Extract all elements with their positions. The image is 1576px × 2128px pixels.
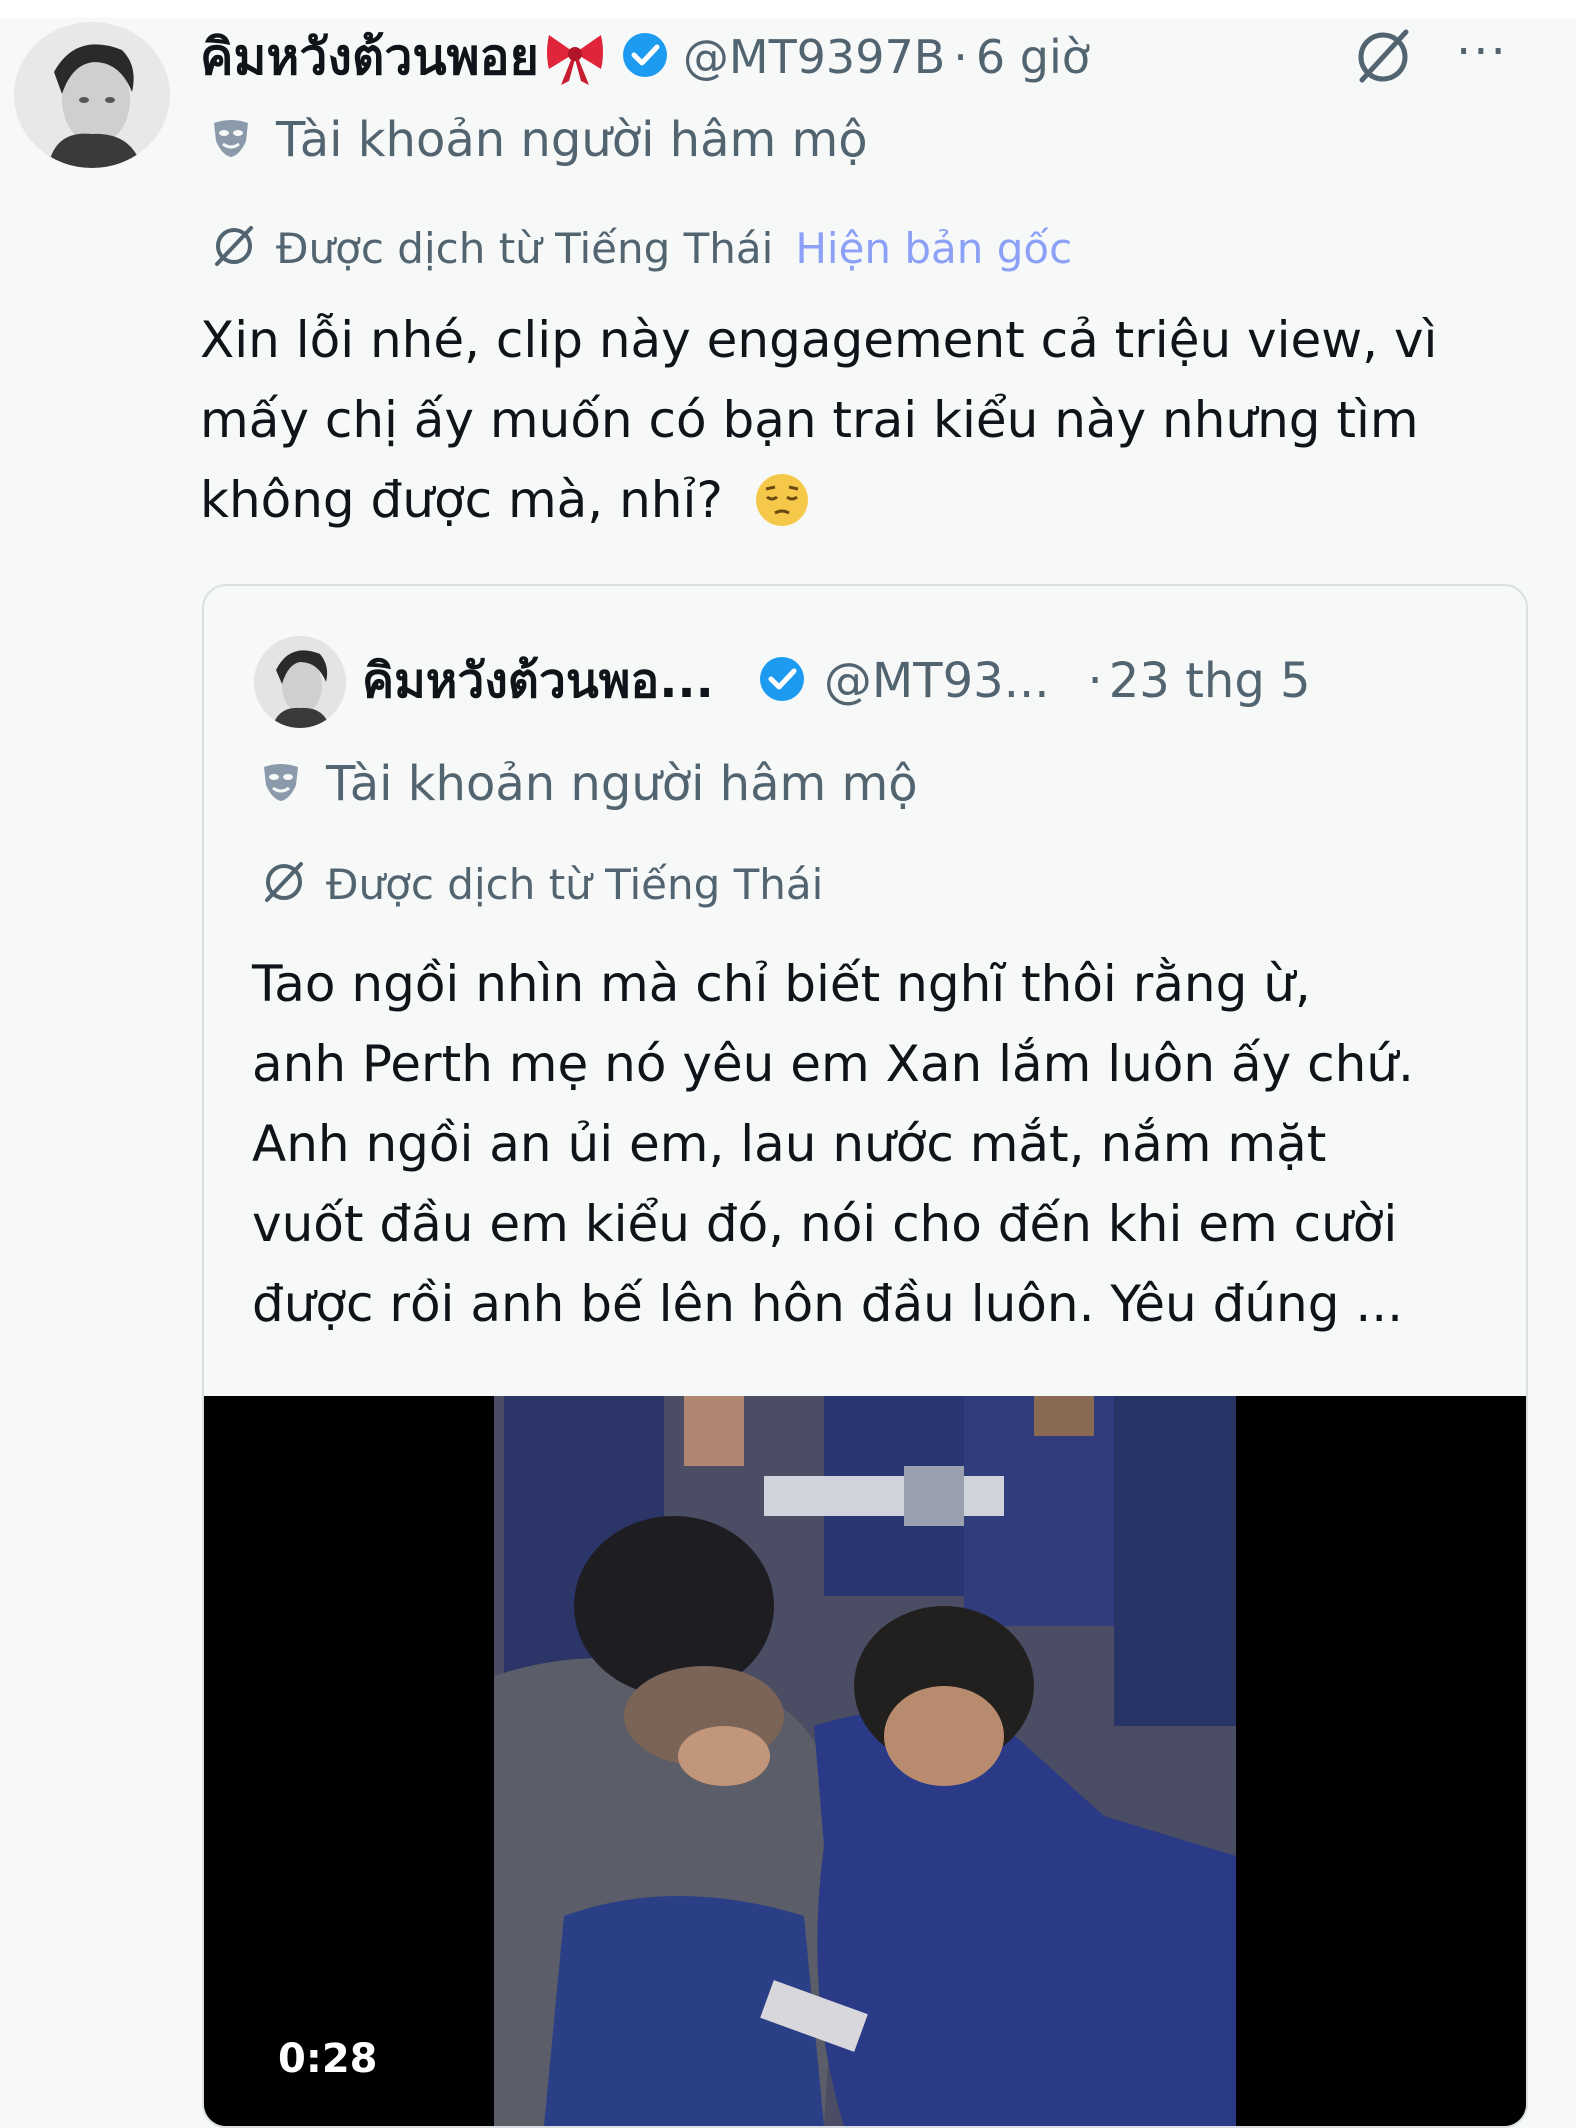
quoted-text-line: Tao ngồi nhìn mà chỉ biết nghĩ thôi rằng… — [252, 955, 1311, 1013]
quoted-text-line: anh Perth mẹ nó yêu em Xan lắm luôn ấy c… — [252, 1035, 1414, 1093]
quoted-translated-from-label: Được dịch từ Tiếng Thái — [326, 859, 824, 909]
translate-icon — [210, 222, 258, 274]
video-thumbnail — [204, 1396, 1526, 2126]
fan-mask-icon — [210, 117, 252, 163]
video-duration-badge: 0:28 — [278, 2036, 378, 2082]
translate-icon[interactable] — [1352, 26, 1414, 92]
separator-dot: · — [953, 30, 968, 84]
more-options-icon[interactable]: ··· — [1456, 24, 1508, 80]
quoted-fan-account-row: Tài khoản người hâm mộ — [260, 756, 918, 812]
top-strip — [0, 0, 1576, 18]
tweet-header: คิมหวังต้วนพอย @MT9397B · 6 giờ — [200, 22, 1090, 92]
tweet-text: Xin lỗi nhé, clip này engagement cả triệ… — [200, 300, 1500, 540]
show-original-link[interactable]: Hiện bản gốc — [795, 224, 1072, 273]
quoted-author-avatar[interactable] — [254, 636, 346, 728]
author-handle[interactable]: @MT9397B — [683, 30, 945, 84]
ribbon-bow-icon — [543, 23, 607, 91]
avatar-photo — [14, 22, 170, 168]
tweet-text-line: không được mà, nhỉ? — [200, 471, 723, 529]
separator-dot: · — [1087, 653, 1103, 709]
translate-icon — [260, 858, 308, 910]
author-display-name[interactable]: คิมหวังต้วนพอย — [200, 18, 539, 97]
verified-badge-icon[interactable] — [621, 31, 669, 83]
quoted-text-line: Anh ngồi an ủi em, lau nước mắt, nắm mặt — [252, 1115, 1327, 1173]
tweet-timestamp[interactable]: 6 giờ — [976, 30, 1090, 84]
quoted-tweet-text: Tao ngồi nhìn mà chỉ biết nghĩ thôi rằng… — [252, 944, 1502, 1344]
tweet-text-line: Xin lỗi nhé, clip này engagement cả triệ… — [200, 311, 1438, 369]
fan-mask-icon — [260, 761, 302, 807]
quoted-author-handle[interactable]: @MT93... — [824, 653, 1050, 709]
tweet-text-line: mấy chị ấy muốn có bạn trai kiểu này như… — [200, 391, 1419, 449]
quoted-translation-notice: Được dịch từ Tiếng Thái — [260, 858, 823, 910]
quoted-tweet-timestamp[interactable]: 23 thg 5 — [1109, 653, 1311, 709]
quoted-fan-account-label: Tài khoản người hâm mộ — [326, 756, 918, 812]
avatar-photo — [254, 636, 346, 728]
quoted-text-line: vuốt đầu em kiểu đó, nói cho đến khi em … — [252, 1195, 1398, 1253]
pensive-face-emoji-icon — [755, 474, 808, 526]
translation-notice: Được dịch từ Tiếng Thái Hiện bản gốc — [210, 222, 1072, 274]
fan-account-label: Tài khoản người hâm mộ — [276, 112, 868, 168]
verified-badge-icon — [758, 655, 806, 707]
translated-from-label: Được dịch từ Tiếng Thái — [276, 223, 774, 273]
quoted-tweet-header: คิมหวังต้วนพอ... @MT93... · 23 thg 5 — [362, 646, 1311, 716]
fan-account-row: Tài khoản người hâm mộ — [210, 112, 868, 168]
tweet-text-line-last: không được mà, nhỉ? — [200, 460, 1500, 540]
quoted-text-line: được rồi anh bế lên hôn đầu luôn. Yêu đú… — [252, 1275, 1404, 1333]
video-player[interactable]: 0:28 — [204, 1396, 1526, 2126]
quoted-tweet-card[interactable]: คิมหวังต้วนพอ... @MT93... · 23 thg 5 Tài… — [202, 584, 1528, 2128]
author-avatar[interactable] — [14, 22, 170, 168]
quoted-author-display-name[interactable]: คิมหวังต้วนพอ... — [362, 643, 714, 719]
